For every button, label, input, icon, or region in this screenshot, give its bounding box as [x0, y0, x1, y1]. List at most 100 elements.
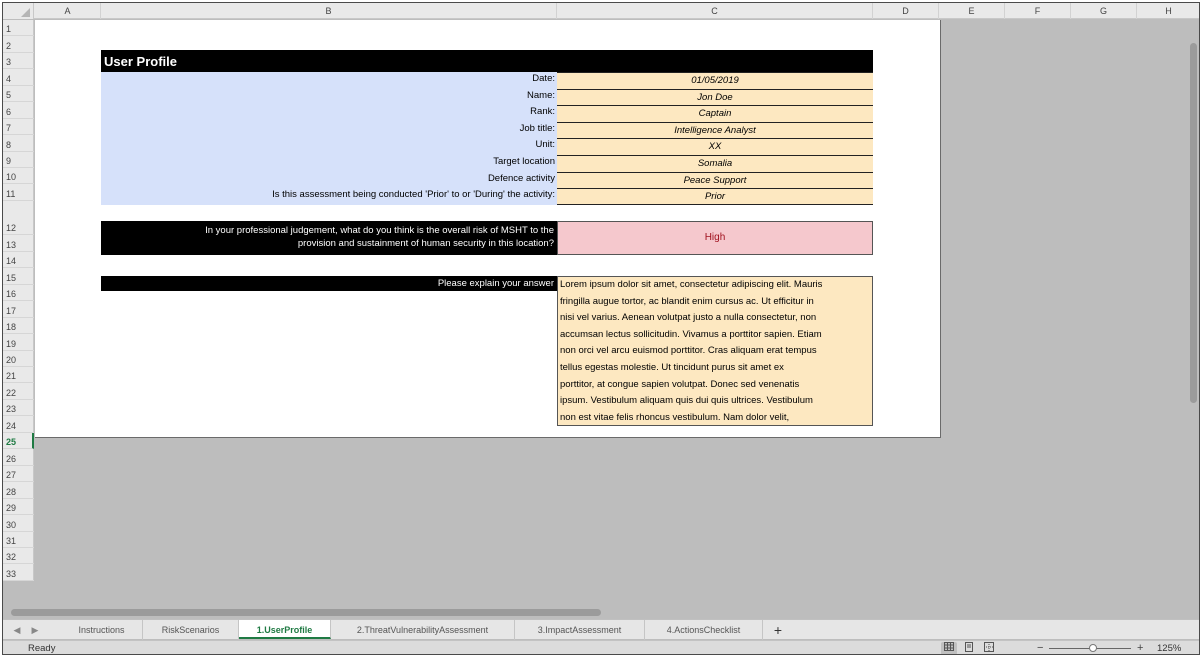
- defence-activity-label: Defence activity: [487, 172, 555, 184]
- row-header-13[interactable]: 13: [3, 235, 34, 252]
- row-header-29[interactable]: 29: [3, 499, 34, 516]
- column-header-a[interactable]: A: [35, 3, 101, 19]
- row-header-9[interactable]: 9: [3, 152, 34, 169]
- row-header-27[interactable]: 27: [3, 466, 34, 483]
- zoom-slider-thumb[interactable]: [1089, 644, 1097, 652]
- row-header-2[interactable]: 2: [3, 36, 34, 53]
- row-header-7[interactable]: 7: [3, 119, 34, 136]
- explain-line: non orci vel arcu euismod porttitor. Cra…: [560, 345, 817, 357]
- normal-view-icon[interactable]: [941, 642, 957, 654]
- tab-threat-vulnerability-assessment[interactable]: 2.ThreatVulnerabilityAssessment: [331, 620, 515, 640]
- row-header-15[interactable]: 15: [3, 268, 34, 285]
- defence-activity-cell[interactable]: Peace Support: [557, 171, 873, 189]
- row-header-3[interactable]: 3: [3, 53, 34, 70]
- column-header-d[interactable]: D: [873, 3, 939, 19]
- explain-line: nisi vel varius. Aenean volutpat justo a…: [560, 312, 817, 324]
- row-header-21[interactable]: 21: [3, 367, 34, 384]
- row-header-12[interactable]: 12: [3, 201, 34, 236]
- column-header-h[interactable]: H: [1137, 3, 1199, 19]
- row-header-31[interactable]: 31: [3, 532, 34, 548]
- row-header-17[interactable]: 17: [3, 301, 34, 318]
- row-header-5[interactable]: 5: [3, 86, 34, 103]
- explain-cell[interactable]: Lorem ipsum dolor sit amet, consectetur …: [557, 276, 873, 426]
- assessment-timing-cell[interactable]: Prior: [557, 188, 873, 205]
- row-header-32[interactable]: 32: [3, 548, 34, 565]
- risk-question-line-1: In your professional judgement, what do …: [205, 225, 554, 236]
- tab-instructions[interactable]: Instructions: [61, 620, 143, 640]
- explain-line: Lorem ipsum dolor sit amet, consectetur …: [560, 279, 823, 290]
- row-header-23[interactable]: 23: [3, 400, 34, 417]
- unit-label: Unit:: [535, 139, 555, 151]
- row-header-20[interactable]: 20: [3, 351, 34, 368]
- row-header-16[interactable]: 16: [3, 285, 34, 302]
- rank-cell[interactable]: Captain: [557, 105, 873, 122]
- column-header-b[interactable]: B: [101, 3, 557, 19]
- explain-line: accumsan lectus sollicitudin. Vivamus a …: [560, 328, 822, 340]
- row-header-4[interactable]: 4: [3, 69, 34, 86]
- explain-line: non est vitae felis rhoncus vestibulum. …: [560, 411, 790, 423]
- tab-actions-checklist[interactable]: 4.ActionsChecklist: [645, 620, 763, 640]
- explain-line: fringilla augue tortor, ac blandit enim …: [560, 295, 814, 307]
- risk-question-label: In your professional judgement, what do …: [101, 221, 557, 255]
- vertical-scrollbar[interactable]: [1190, 43, 1197, 403]
- risk-answer-cell[interactable]: High: [557, 221, 873, 255]
- row-header-25[interactable]: 25: [3, 432, 34, 450]
- profile-labels: Date: Name: Rank: Job title: Unit: Targe…: [101, 72, 557, 205]
- explain-line: tellus egestas molestie. Ut tincidunt pu…: [560, 361, 784, 373]
- date-cell[interactable]: 01/05/2019: [557, 72, 873, 89]
- row-header-33[interactable]: 33: [3, 564, 34, 581]
- zoom-level: 125%: [1157, 643, 1182, 654]
- column-header-f[interactable]: F: [1005, 3, 1071, 19]
- tab-risk-scenarios[interactable]: RiskScenarios: [143, 620, 239, 640]
- column-header: A B C D E F G H: [3, 3, 1199, 19]
- tab-impact-assessment[interactable]: 3.ImpactAssessment: [515, 620, 645, 640]
- risk-question-line-2: provision and sustainment of human secur…: [297, 237, 554, 249]
- sheet-area[interactable]: User Profile Date: Name: Rank: Job title…: [35, 20, 941, 438]
- zoom-in-button[interactable]: +: [1137, 641, 1143, 654]
- rank-label: Rank:: [530, 106, 555, 118]
- row-header-30[interactable]: 30: [3, 515, 34, 532]
- explain-line: porttitor, at congue sapien volutpat. Do…: [560, 378, 800, 390]
- row-header-8[interactable]: 8: [3, 135, 34, 152]
- name-cell[interactable]: Jon Doe: [557, 88, 873, 106]
- name-label: Name:: [527, 89, 555, 101]
- explain-label: Please explain your answer: [101, 276, 557, 291]
- prev-sheet-button[interactable]: ◀: [7, 620, 27, 640]
- row-header-18[interactable]: 18: [3, 318, 34, 335]
- profile-values: 01/05/2019 Jon Doe Captain Intelligence …: [557, 72, 873, 205]
- row-header-10[interactable]: 10: [3, 168, 34, 185]
- row-header-24[interactable]: 24: [3, 416, 34, 433]
- sheet-tabs-bar: ◀ ▶ Instructions RiskScenarios 1.UserPro…: [3, 619, 1199, 640]
- row-header-1[interactable]: 1: [3, 20, 34, 37]
- profile-title: User Profile: [101, 50, 873, 72]
- status-bar: Ready − + 125%: [3, 640, 1199, 654]
- row-header-11[interactable]: 11: [3, 185, 34, 201]
- unit-cell[interactable]: XX: [557, 138, 873, 155]
- explain-line: ipsum. Vestibulum aliquam quis dui quis …: [560, 395, 813, 407]
- page-layout-icon[interactable]: [961, 642, 977, 654]
- row-header-14[interactable]: 14: [3, 252, 34, 269]
- row-header: 1 2 3 4 5 6 7 8 9 10 11 12 13 14 15 16 17 18 19 20 21 22 23 24 2…: [3, 20, 34, 581]
- status-text: Ready: [28, 643, 56, 654]
- add-sheet-button[interactable]: +: [765, 620, 791, 640]
- column-header-e[interactable]: E: [939, 3, 1005, 19]
- row-header-22[interactable]: 22: [3, 384, 34, 400]
- target-location-cell[interactable]: Somalia: [557, 155, 873, 172]
- job-title-label: Job title:: [519, 122, 555, 134]
- horizontal-scrollbar[interactable]: [11, 609, 601, 616]
- job-title-cell[interactable]: Intelligence Analyst: [557, 121, 873, 139]
- excel-window: A B C D E F G H 1 2 3 4 5 6 7 8 9 10 11 12 13 14 15 16 1…: [2, 2, 1200, 655]
- column-header-g[interactable]: G: [1071, 3, 1137, 19]
- row-header-6[interactable]: 6: [3, 102, 34, 119]
- next-sheet-button[interactable]: ▶: [25, 620, 45, 640]
- select-all-corner[interactable]: [3, 3, 34, 19]
- date-label: Date:: [532, 73, 555, 84]
- row-header-26[interactable]: 26: [3, 449, 34, 466]
- tab-user-profile[interactable]: 1.UserProfile: [239, 620, 331, 639]
- row-header-19[interactable]: 19: [3, 334, 34, 351]
- column-header-c[interactable]: C: [557, 3, 873, 19]
- row-header-28[interactable]: 28: [3, 482, 34, 499]
- zoom-out-button[interactable]: −: [1037, 641, 1043, 654]
- page-break-icon[interactable]: [981, 642, 997, 654]
- assessment-timing-label: Is this assessment being conducted 'Prio…: [272, 189, 555, 201]
